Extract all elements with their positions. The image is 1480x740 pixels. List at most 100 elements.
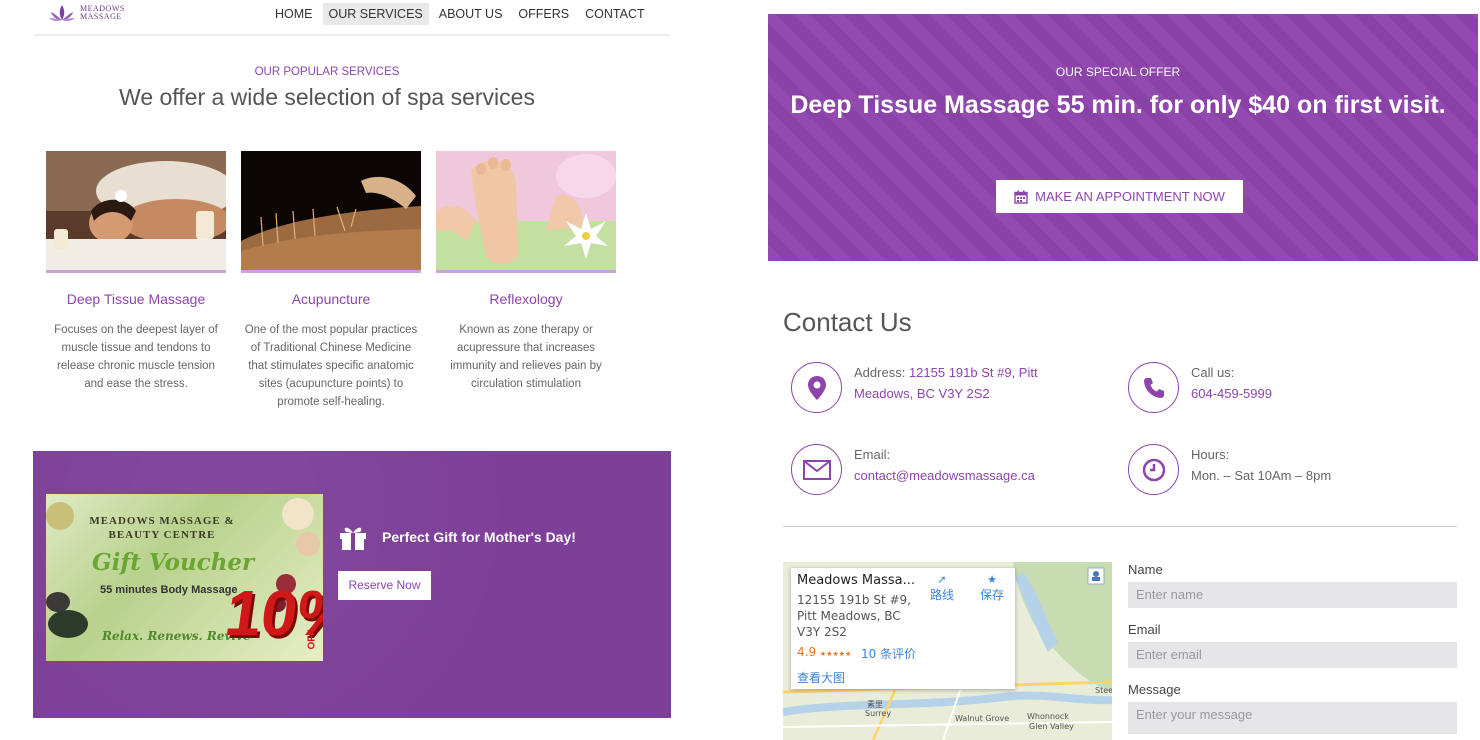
offer-kicker: OUR SPECIAL OFFER bbox=[1055, 65, 1181, 79]
email-label: Email bbox=[1128, 622, 1161, 637]
map-rating: 4.9 ★★★★★ bbox=[797, 645, 851, 659]
name-field[interactable]: Enter name bbox=[1128, 582, 1457, 608]
name-label: Name bbox=[1128, 562, 1163, 577]
services-kicker: OUR POPULAR SERVICES bbox=[254, 66, 400, 78]
contact-form: Name Enter name Email Enter email Messag… bbox=[1128, 562, 1457, 740]
message-field[interactable]: Enter your message bbox=[1128, 702, 1457, 734]
nav-contact[interactable]: CONTACT bbox=[579, 3, 651, 25]
service-desc: One of the most popular practices of Tra… bbox=[244, 324, 418, 408]
service-desc: Focuses on the deepest layer of muscle t… bbox=[54, 324, 218, 390]
service-desc: Known as zone therapy or acupressure tha… bbox=[450, 324, 602, 390]
map-rating-stars: ★★★★★ bbox=[819, 650, 852, 658]
service-name[interactable]: Deep Tissue Massage bbox=[46, 291, 226, 307]
gift-voucher-image[interactable]: MEADOWS MASSAGE & BEAUTY CENTRE Gift Vou… bbox=[46, 494, 323, 661]
map-save-button[interactable]: ★ 保存 bbox=[975, 573, 1009, 603]
phone-text: Call us: 604-459-5999 bbox=[1191, 362, 1272, 413]
contact-title: Contact Us bbox=[783, 307, 912, 337]
special-offer-banner: OUR SPECIAL OFFER Deep Tissue Massage 55… bbox=[768, 14, 1478, 261]
map-label-glen-valley: Glen Valley bbox=[1029, 722, 1074, 731]
email-circle bbox=[791, 444, 842, 495]
appointment-label: MAKE AN APPOINTMENT NOW bbox=[1035, 189, 1225, 204]
map-directions-button[interactable]: ➚ 路线 bbox=[925, 573, 959, 603]
voucher-line-1: MEADOWS MASSAGE & bbox=[89, 515, 235, 527]
voucher-off: OFF bbox=[306, 629, 318, 650]
phone-label: Call us: bbox=[1191, 365, 1235, 380]
contact-divider bbox=[783, 526, 1457, 527]
logo-line-2: MASSAGE bbox=[80, 12, 122, 21]
acupuncture-photo bbox=[241, 151, 421, 270]
email-field[interactable]: Enter email bbox=[1128, 642, 1457, 668]
hours-circle bbox=[1128, 444, 1179, 495]
phone-circle bbox=[1128, 362, 1179, 413]
service-underline bbox=[241, 270, 421, 273]
contact-address: Address: 12155 191b St #9, Pitt Meadows,… bbox=[791, 362, 1038, 413]
logo-text: MEADOWS MASSAGE bbox=[80, 5, 125, 21]
lotus-logo-icon bbox=[49, 5, 75, 22]
voucher-line-2: BEAUTY CENTRE bbox=[108, 529, 216, 541]
navbar: MEADOWS MASSAGE HOME OUR SERVICES ABOUT … bbox=[33, 0, 671, 36]
nav-offers[interactable]: OFFERS bbox=[512, 3, 575, 25]
map-directions-label: 路线 bbox=[929, 588, 954, 602]
contact-email: Email: contact@meadowsmassage.ca bbox=[791, 444, 1035, 495]
logo[interactable]: MEADOWS MASSAGE bbox=[48, 3, 125, 23]
offer-headline: Deep Tissue Massage 55 min. for only $40… bbox=[790, 91, 1446, 119]
map-label-surrey: Surrey bbox=[865, 709, 892, 718]
nav-home[interactable]: HOME bbox=[269, 3, 319, 25]
service-name[interactable]: Reflexology bbox=[436, 291, 616, 307]
google-map[interactable]: 素里 Surrey Walnut Grove Whonnock Glen Val… bbox=[783, 562, 1112, 740]
email-value[interactable]: contact@meadowsmassage.ca bbox=[854, 465, 1035, 486]
clock-icon bbox=[1142, 458, 1165, 481]
address-value-2[interactable]: Meadows, BC V3Y 2S2 bbox=[854, 383, 1038, 404]
gift-banner: MEADOWS MASSAGE & BEAUTY CENTRE Gift Vou… bbox=[33, 451, 671, 718]
service-card-reflexology: Reflexology Known as zone therapy or acu… bbox=[436, 151, 616, 393]
reflexology-photo bbox=[436, 151, 616, 270]
voucher-title: Gift Voucher bbox=[92, 549, 255, 576]
hours-value: Mon. – Sat 10Am – 8pm bbox=[1191, 468, 1332, 483]
map-place-address: 12155 191b St #9, Pitt Meadows, BC V3Y 2… bbox=[797, 593, 911, 639]
map-label-steelh: Steelh bbox=[1095, 686, 1112, 695]
map-pin-icon bbox=[807, 375, 826, 400]
services-title: We offer a wide selection of spa service… bbox=[119, 84, 535, 110]
phone-value[interactable]: 604-459-5999 bbox=[1191, 383, 1272, 404]
gift-heading-row: Perfect Gift for Mother's Day! bbox=[338, 523, 576, 551]
left-panel: MEADOWS MASSAGE HOME OUR SERVICES ABOUT … bbox=[0, 0, 700, 740]
phone-icon bbox=[1143, 377, 1164, 398]
contact-hours: Hours: Mon. – Sat 10Am – 8pm bbox=[1128, 444, 1331, 495]
gift-heading: Perfect Gift for Mother's Day! bbox=[382, 529, 576, 545]
massage-photo bbox=[46, 151, 226, 270]
hours-text: Hours: Mon. – Sat 10Am – 8pm bbox=[1191, 444, 1331, 495]
map-reviews-link[interactable]: 10 条评价 bbox=[861, 645, 916, 662]
contact-phone: Call us: 604-459-5999 bbox=[1128, 362, 1272, 413]
address-label: Address: bbox=[854, 365, 906, 380]
service-name[interactable]: Acupuncture bbox=[241, 291, 421, 307]
email-label: Email: bbox=[854, 447, 891, 462]
address-circle bbox=[791, 362, 842, 413]
map-info-card: Meadows Massa... 12155 191b St #9, Pitt … bbox=[791, 568, 1015, 689]
service-underline bbox=[436, 270, 616, 273]
nav-about-us[interactable]: ABOUT US bbox=[433, 3, 509, 25]
map-rating-value: 4.9 bbox=[797, 645, 817, 659]
envelope-icon bbox=[802, 459, 831, 480]
service-card-acupuncture: Acupuncture One of the most popular prac… bbox=[241, 151, 421, 411]
voucher-subtitle: 55 minutes Body Massage bbox=[100, 584, 238, 596]
map-label-whonnock: Whonnock bbox=[1027, 712, 1069, 721]
voucher-business-name: MEADOWS MASSAGE & BEAUTY CENTRE bbox=[46, 514, 278, 542]
reserve-now-button[interactable]: Reserve Now bbox=[338, 571, 431, 600]
gift-icon bbox=[340, 527, 366, 550]
service-underline bbox=[46, 270, 226, 273]
map-view-larger-link[interactable]: 查看大图 bbox=[797, 669, 845, 686]
map-label-walnut-grove: Walnut Grove bbox=[955, 714, 1010, 723]
address-text: Address: 12155 191b St #9, Pitt Meadows,… bbox=[854, 362, 1038, 413]
map-place-name: Meadows Massa... bbox=[797, 573, 916, 588]
make-appointment-button[interactable]: MAKE AN APPOINTMENT NOW bbox=[996, 180, 1243, 213]
map-save-label: 保存 bbox=[979, 588, 1004, 602]
address-value-1[interactable]: 12155 191b St #9, Pitt bbox=[909, 365, 1038, 380]
nav-our-services[interactable]: OUR SERVICES bbox=[322, 3, 429, 25]
email-text: Email: contact@meadowsmassage.ca bbox=[854, 444, 1035, 495]
main-nav: HOME OUR SERVICES ABOUT US OFFERS CONTAC… bbox=[269, 3, 655, 25]
message-label: Message bbox=[1128, 682, 1181, 697]
directions-icon: ➚ bbox=[937, 573, 947, 586]
calendar-icon bbox=[1014, 190, 1028, 204]
hours-label: Hours: bbox=[1191, 447, 1230, 462]
service-card-deep-tissue: Deep Tissue Massage Focuses on the deepe… bbox=[46, 151, 226, 393]
